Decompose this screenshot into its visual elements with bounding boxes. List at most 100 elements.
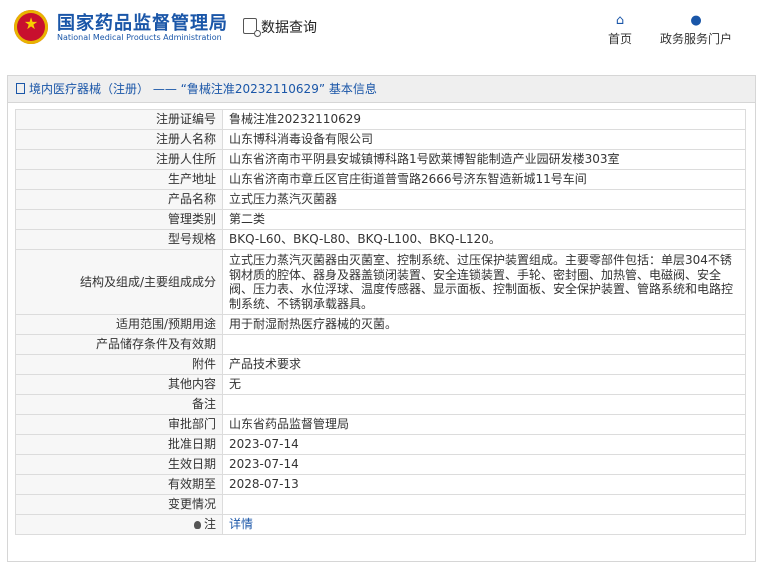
- table-row: 管理类别 第二类: [15, 209, 746, 230]
- field-label-text: 其他内容: [167, 377, 216, 391]
- field-value-text: 立式压力蒸汽灭菌器由灭菌室、控制系统、过压保护装置组成。主要零部件包括：单层30…: [229, 253, 734, 311]
- field-label-text: 备注: [191, 397, 216, 411]
- field-value-text: 2023-07-14: [229, 437, 299, 451]
- table-row: 注册证编号 鲁械注准20232110629: [15, 109, 746, 130]
- nav-home[interactable]: ⌂ 首页: [600, 12, 640, 47]
- field-value-text: 用于耐湿耐热医疗器械的灭菌。: [229, 317, 398, 331]
- panel-title: 境内医疗器械（注册） —— “鲁械注准20232110629” 基本信息: [29, 82, 377, 96]
- field-label-text: 批准日期: [167, 437, 216, 451]
- table-row: 注详情: [15, 514, 746, 535]
- field-value: BKQ-L60、BKQ-L80、BKQ-L100、BKQ-L120。: [222, 229, 746, 250]
- field-label-text: 产品名称: [167, 192, 216, 206]
- field-value-text: 山东博科消毒设备有限公司: [229, 132, 374, 146]
- field-label: 批准日期: [15, 434, 223, 455]
- field-value-text: 第二类: [229, 212, 266, 226]
- field-label: 审批部门: [15, 414, 223, 435]
- field-value: 山东博科消毒设备有限公司: [222, 129, 746, 150]
- field-label: 产品储存条件及有效期: [15, 334, 223, 355]
- panel-header: 境内医疗器械（注册） —— “鲁械注准20232110629” 基本信息: [8, 76, 755, 103]
- field-label: 型号规格: [15, 229, 223, 250]
- field-label: 变更情况: [15, 494, 223, 515]
- field-value: 山东省济南市章丘区官庄街道普雪路2666号济东智造新城11号车间: [222, 169, 746, 190]
- field-value: 立式压力蒸汽灭菌器: [222, 189, 746, 210]
- site-header: 国家药品监督管理局 National Medical Products Admi…: [0, 0, 759, 64]
- nav-gov-service-portal[interactable]: ● 政务服务门户: [650, 12, 742, 47]
- field-value: 无: [222, 374, 746, 395]
- field-value-text: 山东省济南市平阴县安城镇博科路1号欧莱博智能制造产业园研发楼303室: [229, 152, 620, 166]
- user-icon: ●: [690, 13, 702, 28]
- field-label: 备注: [15, 394, 223, 415]
- field-label: 附件: [15, 354, 223, 375]
- table-row: 注册人名称 山东博科消毒设备有限公司: [15, 129, 746, 150]
- field-value: 鲁械注准20232110629: [222, 109, 746, 130]
- field-label-text: 适用范围/预期用途: [115, 317, 216, 331]
- table-row: 有效期至 2028-07-13: [15, 474, 746, 495]
- field-label-text: 注: [203, 517, 216, 531]
- field-value-text: 立式压力蒸汽灭菌器: [229, 192, 338, 206]
- table-row: 其他内容无: [15, 374, 746, 395]
- table-row: 型号规格 BKQ-L60、BKQ-L80、BKQ-L100、BKQ-L120。: [15, 229, 746, 250]
- field-label: 管理类别: [15, 209, 223, 230]
- lightbulb-icon: [193, 521, 201, 529]
- field-value: 用于耐湿耐热医疗器械的灭菌。: [222, 314, 746, 335]
- field-label-text: 附件: [191, 357, 216, 371]
- nav-portal-label: 政务服务门户: [659, 32, 732, 46]
- field-label: 注册证编号: [15, 109, 223, 130]
- field-value: 山东省济南市平阴县安城镇博科路1号欧莱博智能制造产业园研发楼303室: [222, 149, 746, 170]
- field-label-text: 有效期至: [167, 477, 216, 491]
- field-label-text: 管理类别: [167, 212, 216, 226]
- table-row: 结构及组成/主要组成成分 立式压力蒸汽灭菌器由灭菌室、控制系统、过压保护装置组成。…: [15, 249, 746, 315]
- field-label: 其他内容: [15, 374, 223, 395]
- field-value-text: 无: [229, 377, 242, 391]
- field-label-text: 生效日期: [167, 457, 216, 471]
- table-row: 附件 产品技术要求: [15, 354, 746, 375]
- field-label-text: 生产地址: [167, 172, 216, 186]
- home-icon: ⌂: [615, 13, 625, 28]
- field-label-text: 产品储存条件及有效期: [95, 337, 216, 351]
- device-info-table: 注册证编号 鲁械注准20232110629 注册人名称 山东博科消毒设备有限公司 注册人…: [15, 109, 746, 535]
- field-label-text: 注册人住所: [155, 152, 216, 166]
- field-value: [222, 394, 746, 415]
- field-value-text: 山东省药品监督管理局: [229, 417, 350, 431]
- field-label: 生效日期: [15, 454, 223, 475]
- field-label-text: 审批部门: [167, 417, 216, 431]
- field-label: 产品名称: [15, 189, 223, 210]
- field-value: 产品技术要求: [222, 354, 746, 375]
- data-query-label: 数据查询: [261, 20, 317, 36]
- national-emblem-icon: [14, 10, 48, 44]
- field-label-text: 结构及组成/主要组成成分: [79, 274, 216, 289]
- field-label: 注册人名称: [15, 129, 223, 150]
- table-row: 生产地址 山东省济南市章丘区官庄街道普雪路2666号济东智造新城11号车间: [15, 169, 746, 190]
- nav-home-label: 首页: [607, 32, 632, 46]
- field-value-text: 山东省济南市章丘区官庄街道普雪路2666号济东智造新城11号车间: [229, 172, 587, 186]
- field-label-text: 注册证编号: [155, 112, 216, 126]
- document-icon: [16, 83, 25, 94]
- device-info-panel: 境内医疗器械（注册） —— “鲁械注准20232110629” 基本信息 注册证…: [7, 75, 756, 562]
- field-label: 适用范围/预期用途: [15, 314, 223, 335]
- field-label: 有效期至: [15, 474, 223, 495]
- site-title: 国家药品监督管理局: [57, 13, 228, 34]
- table-row: 批准日期 2023-07-14: [15, 434, 746, 455]
- field-value-text: 鲁械注准20232110629: [229, 112, 361, 126]
- table-row: 适用范围/预期用途 用于耐湿耐热医疗器械的灭菌。: [15, 314, 746, 335]
- field-value: 山东省药品监督管理局: [222, 414, 746, 435]
- field-label: 结构及组成/主要组成成分: [15, 249, 223, 315]
- table-row: 审批部门 山东省药品监督管理局: [15, 414, 746, 435]
- table-row: 产品储存条件及有效期: [15, 334, 746, 355]
- details-link[interactable]: 详情: [229, 517, 253, 531]
- field-value-text: 2028-07-13: [229, 477, 299, 491]
- field-label-text: 变更情况: [167, 497, 216, 511]
- site-subtitle: National Medical Products Administration: [57, 33, 222, 42]
- field-value: [222, 334, 746, 355]
- field-label: 生产地址: [15, 169, 223, 190]
- field-label: 注: [15, 514, 223, 535]
- field-value-text: 产品技术要求: [229, 357, 302, 371]
- field-value: [222, 494, 746, 515]
- field-value: 2023-07-14: [222, 454, 746, 475]
- field-label-text: 注册人名称: [155, 132, 216, 146]
- field-value: 立式压力蒸汽灭菌器由灭菌室、控制系统、过压保护装置组成。主要零部件包括：单层30…: [222, 249, 746, 315]
- data-query-link[interactable]: 数据查询: [243, 17, 317, 37]
- table-row: 生效日期 2023-07-14: [15, 454, 746, 475]
- field-value: 2028-07-13: [222, 474, 746, 495]
- table-row: 注册人住所 山东省济南市平阴县安城镇博科路1号欧莱博智能制造产业园研发楼303室: [15, 149, 746, 170]
